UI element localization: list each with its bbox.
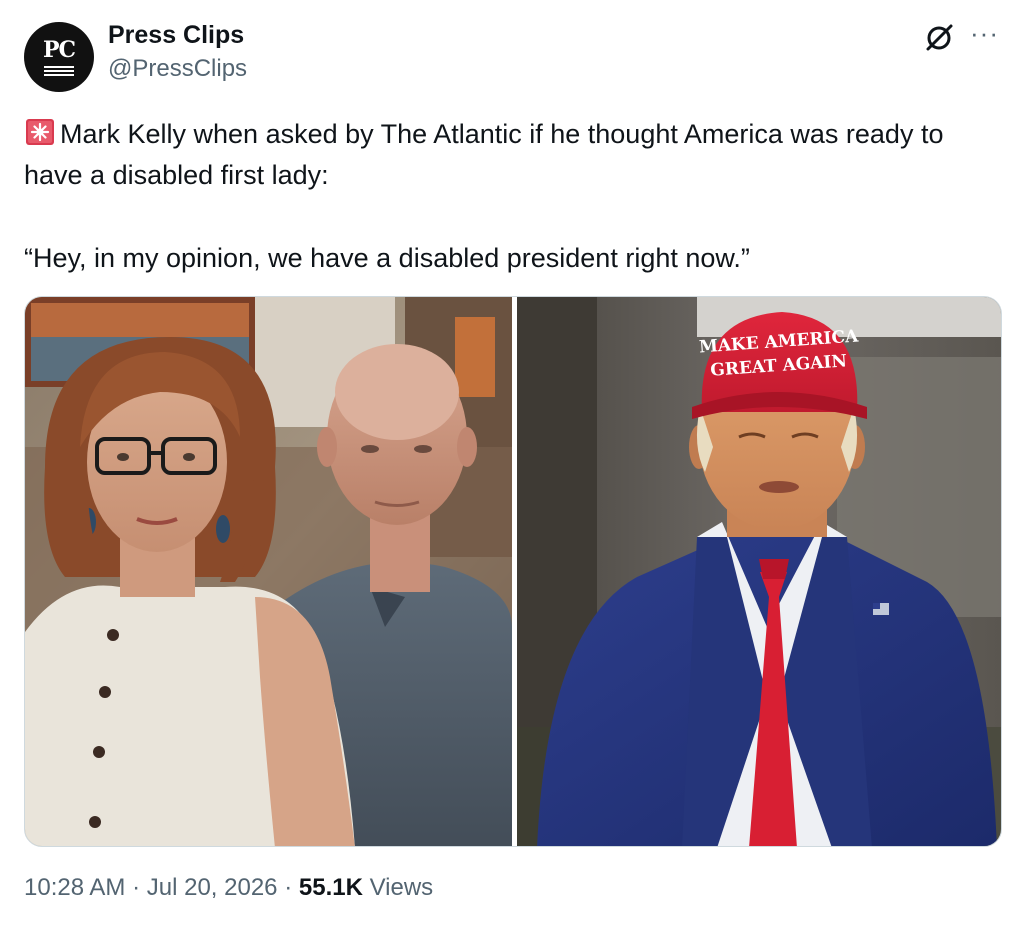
- views-count: 55.1K: [298, 874, 363, 901]
- photo-man-red-cap[interactable]: MAKE AMERICA GREAT AGAIN: [517, 297, 1001, 846]
- avatar[interactable]: PC: [24, 22, 94, 92]
- tweet: PC Press Clips @PressClips ··· Mark Kell…: [0, 0, 1024, 934]
- tweet-date[interactable]: Jul 20, 2026: [147, 874, 278, 901]
- avatar-text: PC: [42, 36, 76, 63]
- more-icon[interactable]: ···: [970, 18, 999, 49]
- media-grid[interactable]: MAKE AMERICA GREAT AGAIN: [24, 296, 1002, 847]
- photo-man-red-cap-image: MAKE AMERICA GREAT AGAIN: [517, 297, 1001, 846]
- tweet-quote: “Hey, in my opinion, we have a disabled …: [24, 243, 750, 273]
- tweet-text: Mark Kelly when asked by The Atlantic if…: [24, 114, 984, 196]
- tweet-meta: 10:28 AM · Jul 20, 2026 · 55.1K Views: [24, 874, 433, 902]
- views-label: Views: [369, 874, 434, 901]
- grok-icon[interactable]: [924, 22, 954, 52]
- photo-couple-image: [25, 297, 512, 846]
- meta-separator: ·: [132, 874, 141, 901]
- avatar-lines: [44, 64, 74, 76]
- rotating-light-emoji: [26, 119, 54, 145]
- photo-couple[interactable]: [25, 297, 512, 846]
- display-name[interactable]: Press Clips: [108, 21, 244, 50]
- meta-separator-2: ·: [284, 874, 293, 901]
- handle[interactable]: @PressClips: [108, 55, 247, 83]
- tweet-time[interactable]: 10:28 AM: [24, 874, 125, 901]
- tweet-body: Mark Kelly when asked by The Atlantic if…: [24, 119, 944, 190]
